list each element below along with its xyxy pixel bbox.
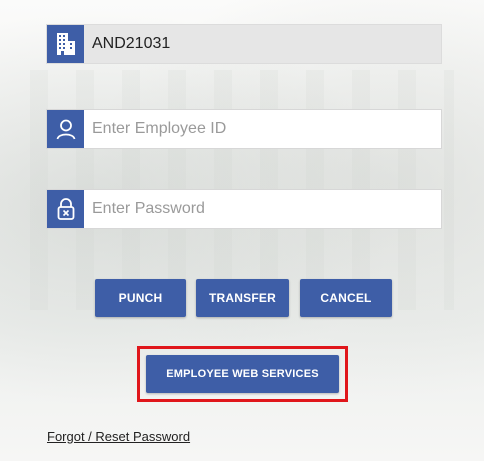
punch-button[interactable]: PUNCH: [95, 279, 186, 317]
employee-web-services-button[interactable]: EMPLOYEE WEB SERVICES: [146, 355, 339, 393]
organization-field: AND21031: [46, 24, 442, 64]
employee-id-field[interactable]: [46, 109, 442, 149]
employee-id-input[interactable]: [92, 114, 432, 144]
user-icon: [47, 110, 84, 148]
building-icon: [47, 25, 84, 63]
transfer-button[interactable]: TRANSFER: [196, 279, 289, 317]
password-input[interactable]: [92, 194, 432, 224]
cancel-button[interactable]: CANCEL: [300, 279, 392, 317]
organization-value: AND21031: [92, 35, 171, 52]
password-field[interactable]: [46, 189, 442, 229]
forgot-reset-password-link[interactable]: Forgot / Reset Password: [47, 429, 190, 444]
lock-icon: [47, 190, 84, 228]
